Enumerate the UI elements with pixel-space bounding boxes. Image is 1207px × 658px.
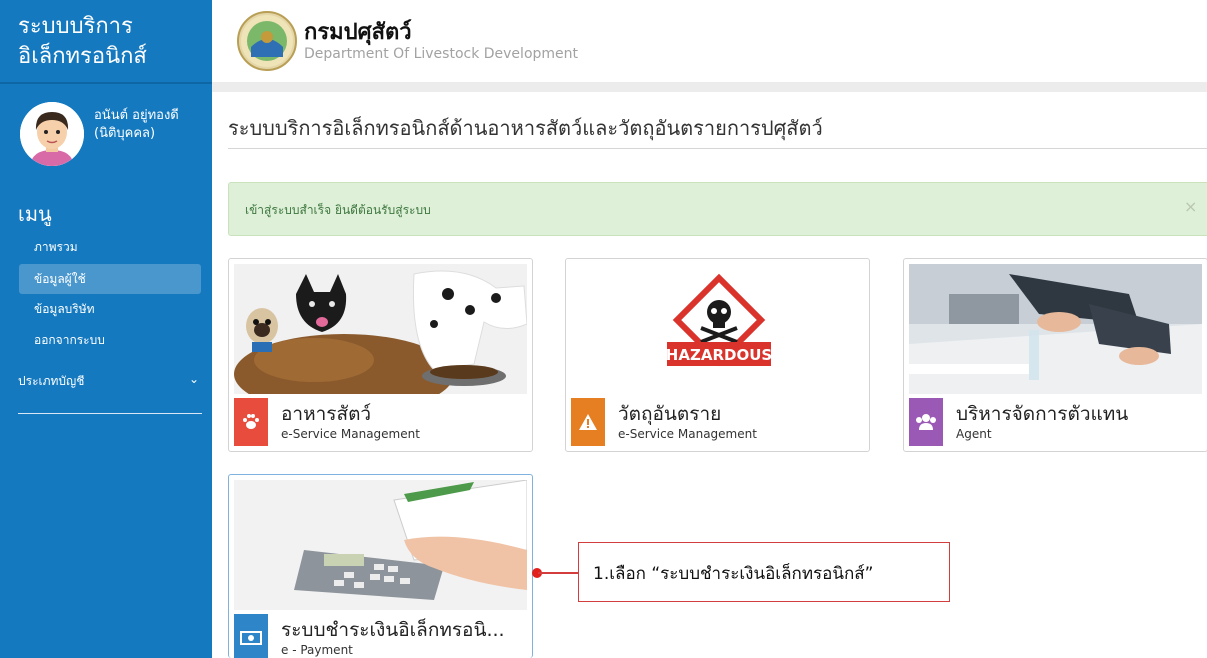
success-alert: เข้าสู่ระบบสำเร็จ ยินดีต้อนรับสู่ระบบ × (228, 182, 1207, 236)
hazard-label: HAZARDOUS (666, 346, 772, 364)
agent-image (909, 264, 1202, 394)
users-icon (909, 398, 943, 446)
sidebar-divider (18, 413, 202, 414)
title-divider (228, 148, 1207, 149)
card-subtitle: e-Service Management (618, 427, 757, 441)
callout-connector-line (538, 572, 578, 574)
card-animal-feed[interactable]: อาหารสัตว์ e-Service Management (228, 258, 533, 452)
header-band (212, 82, 1207, 92)
account-type-label: ประเภทบัญชี (18, 374, 85, 388)
menu-heading: เมนู (18, 202, 52, 226)
user-panel: อนันต์ อยู่ทองดี (นิติบุคคล) (0, 90, 212, 185)
brand-title-line2: อิเล็กทรอนิกส์ (18, 44, 147, 69)
menu-item-company-info[interactable]: ข้อมูลบริษัท (19, 294, 201, 324)
sidebar-brand[interactable]: ระบบบริการ อิเล็กทรอนิกส์ (0, 0, 212, 84)
user-type: (นิติบุคคล) (94, 126, 156, 141)
e-payment-image (234, 480, 527, 610)
sidebar: ระบบบริการ อิเล็กทรอนิกส์ อนันต์ อยู่ทอง… (0, 0, 212, 658)
instruction-callout: 1.เลือก “ระบบชำระเงินอิเล็กทรอนิกส์” (578, 542, 950, 602)
money-icon (234, 614, 268, 658)
close-icon[interactable]: × (1184, 197, 1197, 216)
department-name-thai: กรมปศุสัตว์ (304, 20, 412, 45)
hazardous-image: HAZARDOUS (571, 264, 864, 394)
card-e-payment[interactable]: ระบบชำระเงินอิเล็กทรอนิ... e - Payment (228, 474, 533, 658)
avatar (20, 102, 84, 166)
department-logo (237, 11, 297, 71)
card-agent-management[interactable]: บริหารจัดการตัวแทน Agent (903, 258, 1207, 452)
top-header: กรมปศุสัตว์ Department Of Livestock Deve… (212, 0, 1207, 82)
menu-item-logout[interactable]: ออกจากระบบ (19, 325, 201, 355)
menu-item-overview[interactable]: ภาพรวม (19, 232, 201, 262)
callout-text: 1.เลือก “ระบบชำระเงินอิเล็กทรอนิกส์” (593, 564, 874, 584)
card-hazardous-substance[interactable]: HAZARDOUS วัตถุอันตราย e-Service Managem… (565, 258, 870, 452)
card-subtitle: Agent (956, 427, 992, 441)
user-name: อนันต์ อยู่ทองดี (94, 108, 179, 123)
card-title: วัตถุอันตราย (618, 403, 722, 425)
card-subtitle: e - Payment (281, 643, 353, 657)
alert-message: เข้าสู่ระบบสำเร็จ ยินดีต้อนรับสู่ระบบ (245, 203, 431, 217)
department-name-english: Department Of Livestock Development (304, 46, 579, 62)
chevron-down-icon: ⌄ (188, 372, 199, 386)
warning-icon (571, 398, 605, 446)
card-title: บริหารจัดการตัวแทน (956, 403, 1129, 425)
page-title: ระบบบริการอิเล็กทรอนิกส์ด้านอาหารสัตว์แล… (228, 116, 823, 140)
account-type-dropdown[interactable]: ประเภทบัญชี ⌄ (18, 372, 203, 391)
brand-title-line1: ระบบบริการ (18, 14, 133, 39)
card-title: ระบบชำระเงินอิเล็กทรอนิ... (281, 619, 505, 641)
card-title: อาหารสัตว์ (281, 403, 372, 425)
animal-feed-image (234, 264, 527, 394)
menu-item-user-info[interactable]: ข้อมูลผู้ใช้ (19, 264, 201, 294)
card-subtitle: e-Service Management (281, 427, 420, 441)
paw-icon (234, 398, 268, 446)
user-name-block: อนันต์ อยู่ทองดี (นิติบุคคล) (94, 107, 179, 143)
